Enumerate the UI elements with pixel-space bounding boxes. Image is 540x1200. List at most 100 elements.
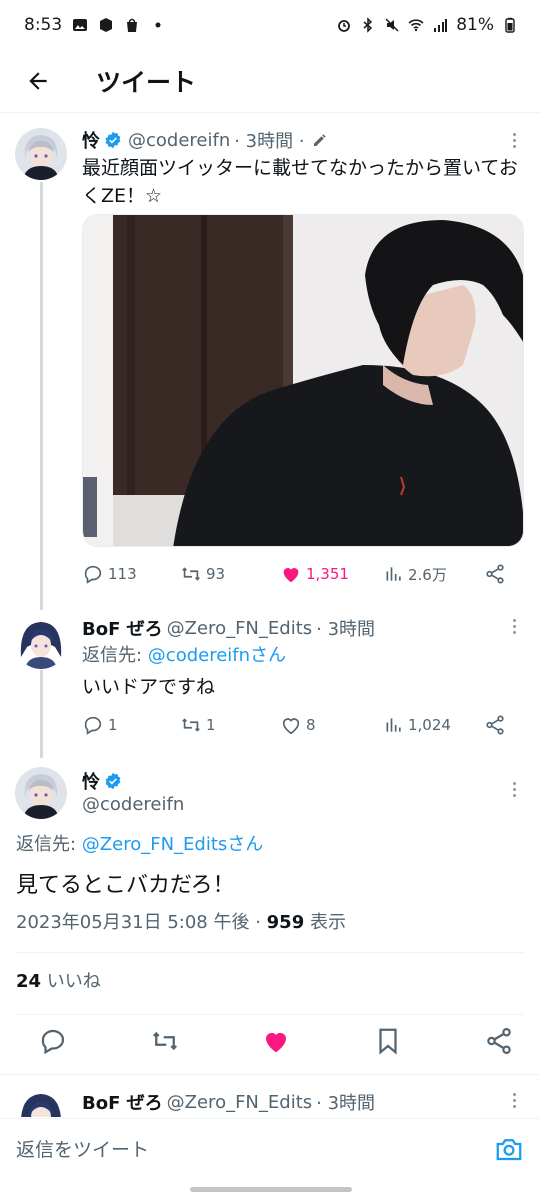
views-label: 表示	[304, 912, 346, 933]
author-handle[interactable]: @Zero_FN_Edits	[167, 618, 312, 639]
reply-count: 113	[108, 565, 137, 583]
status-time: 8:53	[24, 15, 63, 35]
reply-button[interactable]: 1	[82, 714, 180, 736]
share-icon[interactable]	[484, 1026, 514, 1056]
tweet-photo[interactable]	[82, 214, 524, 547]
reply-author-row: BoF ぜろ @Zero_FN_Edits · 3時間	[82, 615, 375, 641]
share-icon	[486, 564, 504, 584]
reply-count: 1	[108, 716, 118, 734]
main-author-name-row: 怜	[82, 768, 128, 794]
bookmark-icon[interactable]	[373, 1026, 403, 1056]
author-name[interactable]: BoF ぜろ	[82, 1089, 163, 1115]
photo-image	[83, 215, 523, 546]
bluetooth-icon	[363, 17, 373, 33]
gesture-navigation-bar[interactable]	[190, 1187, 352, 1192]
retweet-button[interactable]: 1	[180, 714, 280, 736]
reply-input[interactable]: 返信をツイート	[16, 1135, 149, 1162]
heart-filled-icon[interactable]	[261, 1026, 291, 1056]
tweet-author-row: 怜 @codereifn · 3時間 ·	[82, 127, 329, 153]
author-handle[interactable]: @Zero_FN_Edits	[167, 1092, 312, 1113]
avatar[interactable]	[15, 767, 67, 819]
avatar[interactable]	[15, 128, 67, 180]
tweet-time: · 3時間	[316, 1093, 376, 1114]
signal-icon	[434, 19, 448, 32]
author-name[interactable]: 怜	[82, 768, 100, 794]
analytics-icon	[386, 567, 401, 581]
author-name[interactable]: BoF ぜろ	[82, 615, 163, 641]
reply-icon	[84, 565, 102, 584]
thread-connector-line	[40, 182, 43, 610]
status-bar: 8:53 81%	[0, 0, 540, 50]
retweet-icon	[182, 718, 200, 732]
likes-total: 24	[16, 971, 42, 992]
author-name[interactable]: 怜	[82, 127, 100, 153]
reply-action-bar: 1 1 8 1,024	[82, 714, 512, 736]
reply-button[interactable]: 113	[82, 563, 180, 585]
tweet-time: · 3時間	[316, 619, 376, 640]
author-handle[interactable]: @codereifn	[82, 794, 184, 815]
replying-to-label: 返信先:	[16, 834, 82, 855]
shopping-bag-icon	[127, 18, 138, 32]
camera-icon[interactable]	[494, 1134, 524, 1164]
retweet-count: 93	[206, 565, 226, 583]
replying-to-link[interactable]: @Zero_FN_Editsさん	[82, 834, 263, 855]
like-count: 1,351	[306, 565, 349, 583]
views-button[interactable]: 1,024	[384, 715, 484, 735]
app-notification-icon	[100, 18, 113, 32]
replying-to-label: 返信先:	[82, 645, 148, 666]
likes-label: いいね	[41, 971, 101, 992]
reply-icon	[84, 716, 102, 735]
more-notifications-dot-icon	[155, 22, 161, 28]
verified-badge-icon	[105, 131, 121, 149]
replying-to-link[interactable]: @codereifnさん	[148, 645, 286, 666]
retweet-button[interactable]: 93	[180, 563, 280, 585]
share-button[interactable]	[484, 714, 506, 736]
views-button[interactable]: 2.6万	[384, 564, 484, 585]
wifi-icon	[408, 19, 424, 32]
likes-summary[interactable]: 24 いいね	[16, 968, 101, 996]
reply-composer-bar[interactable]: 返信をツイート	[0, 1118, 540, 1178]
reply-author-row: BoF ぜろ @Zero_FN_Edits · 3時間	[82, 1089, 375, 1115]
replying-to-line: 返信先: @Zero_FN_Editsさん	[16, 831, 263, 859]
alarm-icon	[338, 20, 351, 32]
more-options-icon[interactable]	[502, 777, 526, 801]
avatar-illustration	[15, 617, 67, 669]
main-tweet-text: 見てるとこバカだろ！	[16, 873, 235, 898]
more-options-icon[interactable]	[502, 128, 526, 152]
tweet-time: · 3時間 ·	[234, 131, 305, 152]
gallery-notification-icon	[73, 19, 88, 31]
avatar[interactable]	[15, 1089, 67, 1117]
top-app-bar: ツイート	[0, 50, 540, 113]
retweet-icon	[182, 567, 200, 581]
mute-icon	[385, 18, 399, 32]
thread-connector-line	[40, 670, 43, 758]
like-button[interactable]: 1,351	[280, 563, 384, 585]
reply-icon[interactable]	[38, 1026, 68, 1056]
divider	[16, 952, 524, 953]
verified-badge-icon	[105, 772, 121, 790]
more-options-icon[interactable]	[502, 1088, 526, 1112]
edited-pencil-icon[interactable]	[311, 131, 329, 149]
back-button[interactable]	[20, 63, 56, 99]
tweet-text: 最近顔面ツイッターに載せてなかったから置いておくZE！☆	[82, 157, 518, 207]
share-icon	[486, 715, 504, 735]
divider	[16, 1014, 524, 1015]
battery-icon	[505, 17, 515, 33]
avatar-illustration	[15, 128, 67, 180]
page-title: ツイート	[96, 68, 197, 97]
retweet-icon[interactable]	[150, 1026, 180, 1056]
analytics-icon	[386, 718, 401, 732]
replying-to-line: 返信先: @codereifnさん	[82, 642, 286, 670]
avatar-illustration	[15, 767, 67, 819]
avatar[interactable]	[15, 617, 67, 669]
next-reply-row[interactable]: BoF ぜろ @Zero_FN_Edits · 3時間	[0, 1075, 540, 1117]
heart-outline-icon	[282, 718, 300, 735]
tweet-timestamp[interactable]: 2023年05月31日 5:08 午後 ·	[16, 912, 267, 933]
reply-text: いいドアですね	[82, 676, 216, 698]
author-handle[interactable]: @codereifn	[128, 130, 230, 151]
tweet-timestamp-row: 2023年05月31日 5:08 午後 · 959 表示	[16, 909, 346, 937]
share-button[interactable]	[484, 563, 506, 585]
like-button[interactable]: 8	[280, 714, 384, 736]
more-options-icon[interactable]	[502, 614, 526, 638]
heart-filled-icon	[283, 568, 299, 583]
